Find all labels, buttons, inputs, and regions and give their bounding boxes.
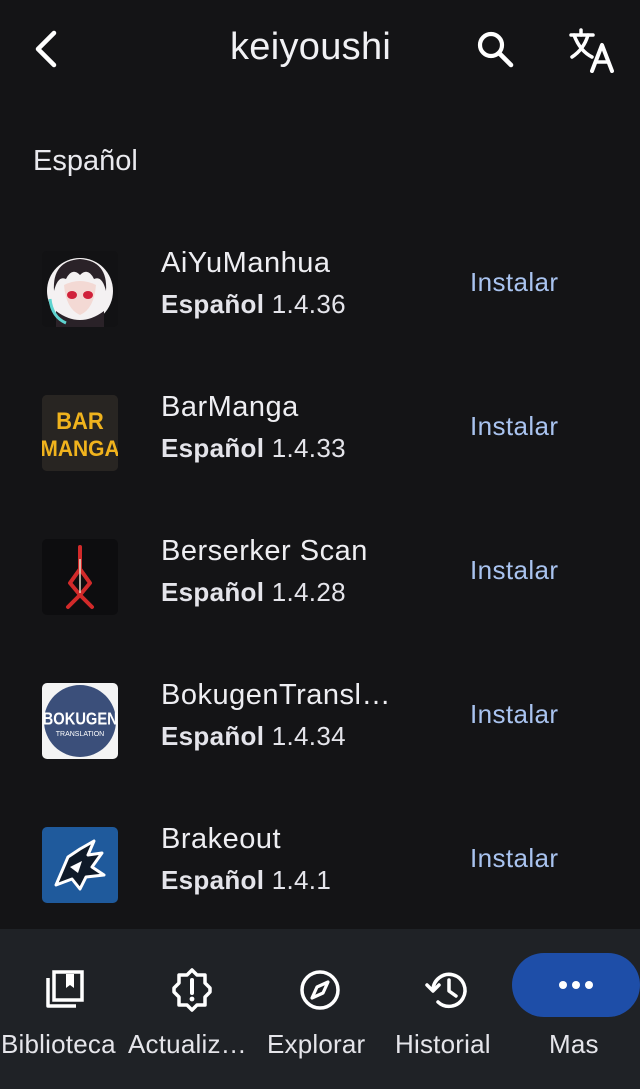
extension-row-bokugen[interactable]: BOKUGEN TRANSLATION BokugenTransl… Españ…: [0, 661, 640, 805]
extension-name: AiYuManhua: [161, 247, 331, 279]
extension-name: BarManga: [161, 391, 299, 423]
page-title: keiyoushi: [230, 26, 392, 68]
section-header-language: Español: [33, 145, 138, 177]
bottom-navigation: Biblioteca Actualiz… Explorar Historial …: [0, 929, 640, 1089]
nav-item-explorar[interactable]: Explorar: [256, 929, 384, 1089]
more-icon: [559, 981, 593, 989]
extension-language: Español: [161, 721, 265, 751]
extension-version: 1.4.33: [271, 433, 346, 463]
nav-item-actualizaciones[interactable]: Actualiz…: [128, 929, 256, 1089]
extension-name: Berserker Scan: [161, 535, 368, 567]
extension-logo: [42, 251, 118, 327]
extension-list-screen: keiyoushi Español AiYuManhua Español 1.4…: [0, 0, 640, 1089]
extension-meta: Español 1.4.28: [161, 577, 346, 608]
nav-label: Mas: [549, 1029, 599, 1059]
arrow-back-icon: [35, 30, 57, 68]
install-button[interactable]: Instalar: [470, 267, 558, 298]
extension-logo: [42, 539, 118, 615]
extension-version: 1.4.34: [271, 721, 346, 751]
logo-text: TRANSLATION: [56, 731, 105, 738]
extension-logo: BOKUGEN TRANSLATION: [42, 683, 118, 759]
nav-label: Explorar: [267, 1029, 366, 1059]
extension-name: Brakeout: [161, 823, 282, 855]
install-button[interactable]: Instalar: [470, 843, 558, 874]
extension-row-berserker-scan[interactable]: Berserker Scan Español 1.4.28 Instalar: [0, 517, 640, 661]
search-button[interactable]: [470, 24, 520, 74]
nav-item-historial[interactable]: Historial: [384, 929, 512, 1089]
extension-version: 1.4.1: [271, 865, 332, 895]
active-indicator-pill: [512, 953, 640, 1017]
extension-language: Español: [161, 865, 265, 895]
top-app-bar: keiyoushi: [0, 0, 640, 100]
logo-text: BOKUGEN: [43, 709, 118, 728]
nav-label: Actualiz…: [128, 1029, 247, 1059]
logo-text: BAR: [56, 407, 104, 434]
extension-logo: BAR MANGA: [42, 395, 118, 471]
install-button[interactable]: Instalar: [470, 555, 558, 586]
compass-icon: [297, 967, 343, 1013]
logo-text: MANGA: [42, 436, 118, 461]
extension-row-aiyumanhua[interactable]: AiYuManhua Español 1.4.36 Instalar: [0, 229, 640, 373]
updates-icon: [169, 967, 215, 1013]
translate-button[interactable]: [566, 24, 618, 76]
extension-meta: Español 1.4.34: [161, 721, 346, 752]
extension-version: 1.4.36: [271, 289, 346, 319]
nav-label: Historial: [395, 1029, 491, 1059]
extension-language: Español: [161, 577, 265, 607]
history-icon: [425, 967, 471, 1013]
extension-meta: Español 1.4.1: [161, 865, 331, 896]
extension-language: Español: [161, 433, 265, 463]
extension-meta: Español 1.4.33: [161, 433, 346, 464]
extension-row-barmanga[interactable]: BAR MANGA BarManga Español 1.4.33 Instal…: [0, 373, 640, 517]
translate-icon: [569, 28, 614, 73]
nav-label: Biblioteca: [1, 1029, 116, 1059]
install-button[interactable]: Instalar: [470, 699, 558, 730]
search-icon: [477, 31, 514, 68]
library-icon: [41, 967, 87, 1013]
extension-logo: [42, 827, 118, 903]
back-button[interactable]: [24, 24, 68, 74]
nav-item-biblioteca[interactable]: Biblioteca: [0, 929, 128, 1089]
extension-row-brakeout[interactable]: Brakeout Español 1.4.1 Instalar: [0, 805, 640, 949]
extension-name: BokugenTransl…: [161, 679, 391, 711]
extension-version: 1.4.28: [271, 577, 346, 607]
extension-meta: Español 1.4.36: [161, 289, 346, 320]
install-button[interactable]: Instalar: [470, 411, 558, 442]
nav-item-mas[interactable]: Mas: [512, 929, 640, 1089]
extension-language: Español: [161, 289, 265, 319]
